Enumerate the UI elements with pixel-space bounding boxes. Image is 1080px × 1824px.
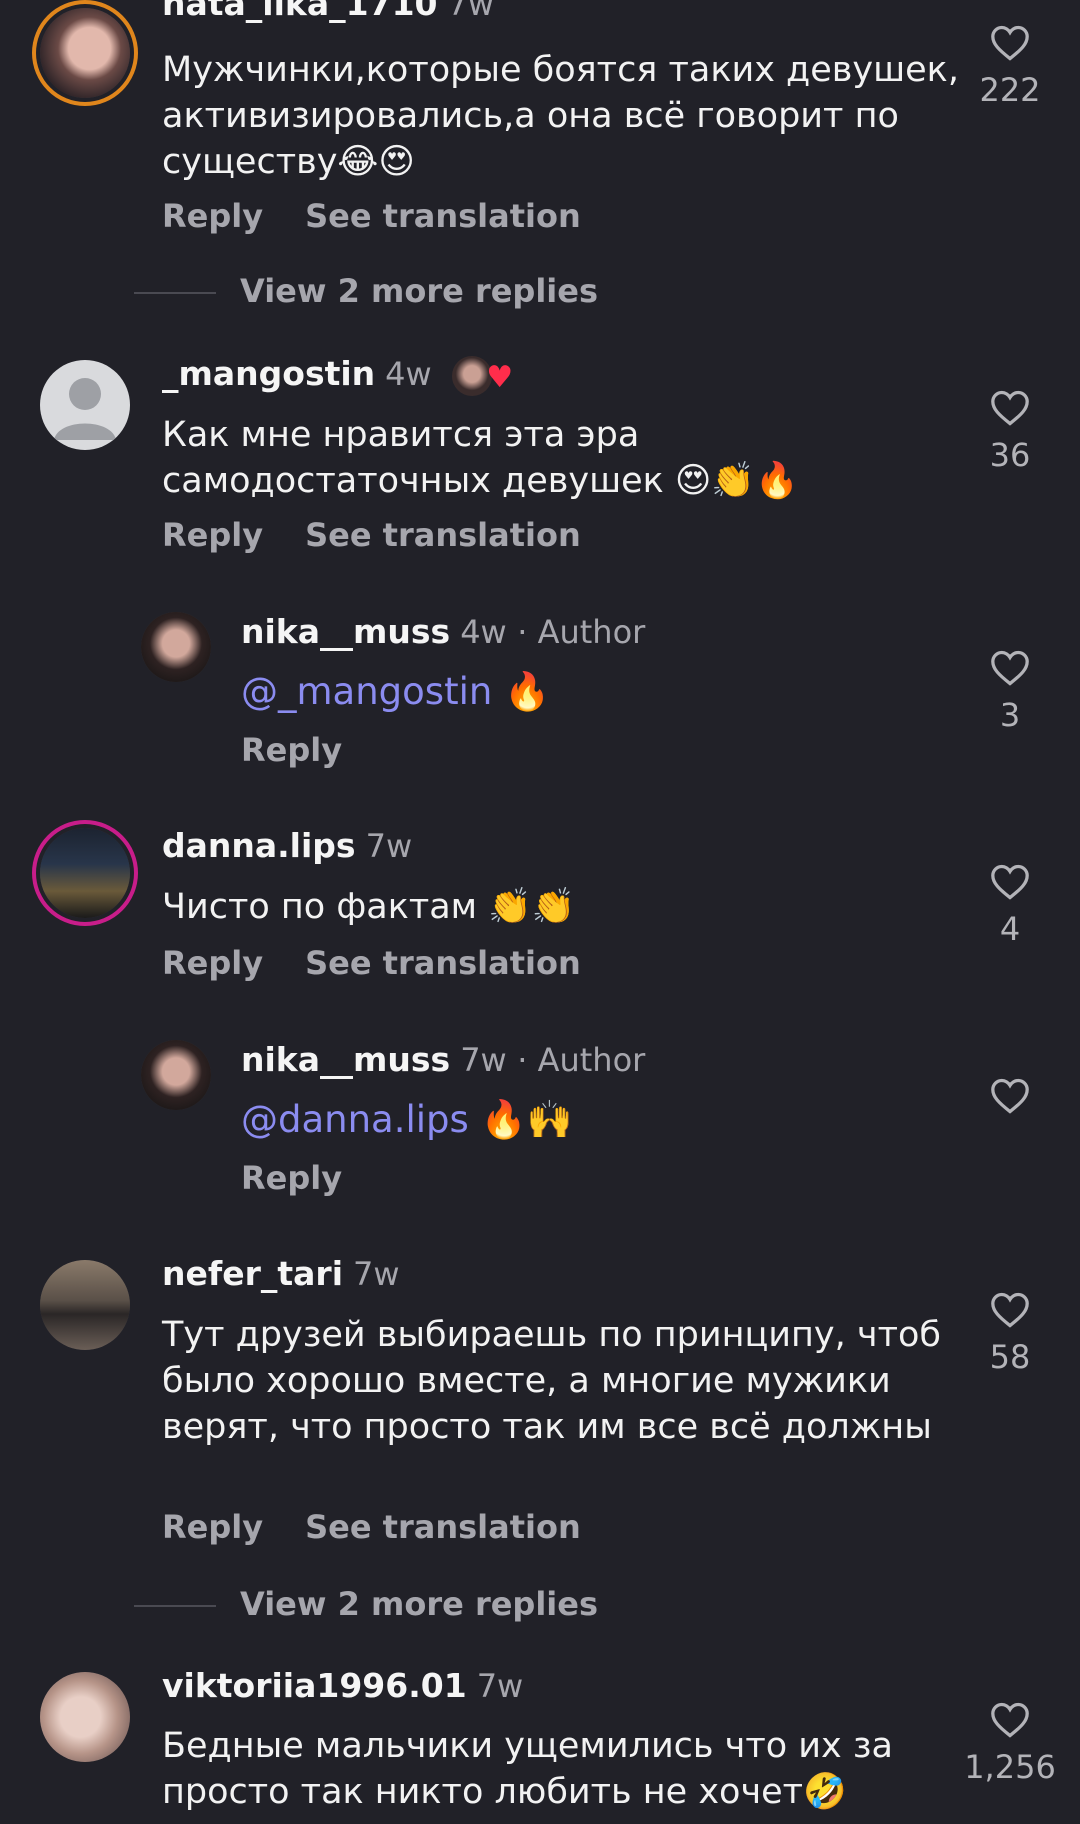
- like-count: 3: [999, 696, 1021, 734]
- comment-username[interactable]: danna.lips: [162, 826, 356, 865]
- comment-text: 🔥: [492, 670, 551, 713]
- like-count: 36: [989, 436, 1031, 474]
- comment-username[interactable]: nefer_tari: [162, 1254, 343, 1293]
- view-more-replies-label: View 2 more replies: [240, 272, 599, 310]
- comment-username[interactable]: nika__muss: [241, 612, 450, 651]
- like-button[interactable]: 36: [960, 390, 1060, 474]
- comment-text: Тут друзей выбираешь по принципу, чтоб б…: [162, 1315, 941, 1447]
- reply-button[interactable]: Reply: [241, 731, 342, 769]
- avatar[interactable]: [40, 1260, 130, 1350]
- reply-button[interactable]: Reply: [162, 944, 263, 982]
- default-avatar-icon: [54, 378, 116, 440]
- comment-time: 7w: [365, 827, 413, 865]
- like-button[interactable]: 1,256: [955, 1702, 1065, 1786]
- reply-button[interactable]: Reply: [162, 197, 263, 235]
- comment-time: 4w: [460, 613, 507, 651]
- reply-button[interactable]: Reply: [241, 1159, 342, 1197]
- divider: [134, 292, 216, 294]
- like-button[interactable]: 222: [960, 25, 1060, 109]
- like-button[interactable]: 58: [960, 1292, 1060, 1376]
- heart-icon: [991, 650, 1029, 686]
- comment-time: 7w: [447, 0, 495, 23]
- comment-username[interactable]: viktoriia1996.01: [162, 1666, 467, 1705]
- comment-time: 7w: [476, 1667, 524, 1705]
- heart-icon: [991, 390, 1029, 426]
- see-translation-button[interactable]: See translation: [305, 1508, 581, 1546]
- heart-icon: [991, 25, 1029, 61]
- avatar[interactable]: [40, 360, 130, 450]
- mention-link[interactable]: @danna.lips: [241, 1098, 469, 1141]
- comment-text: Мужчинки,которые боятся таких девушек, а…: [162, 50, 959, 182]
- like-count: 1,256: [964, 1748, 1056, 1786]
- comment-username[interactable]: nika__muss: [241, 1040, 450, 1079]
- reply-button[interactable]: Reply: [162, 1508, 263, 1546]
- see-translation-button[interactable]: See translation: [305, 197, 581, 235]
- like-button[interactable]: 4: [960, 864, 1060, 948]
- comment-text: 🔥🙌: [468, 1098, 573, 1141]
- like-count: 222: [979, 71, 1041, 109]
- heart-icon: ♥: [486, 359, 514, 395]
- author-label: · Author: [517, 1041, 646, 1079]
- heart-icon: [991, 1292, 1029, 1328]
- view-more-replies-button[interactable]: View 2 more replies: [134, 1585, 598, 1623]
- avatar[interactable]: [141, 612, 211, 682]
- liked-by-author-badge: ♥: [452, 355, 516, 396]
- heart-icon: [991, 1702, 1029, 1738]
- comment-text: Как мне нравится эта эра самодостаточных…: [162, 415, 799, 501]
- like-button[interactable]: [960, 1078, 1060, 1114]
- avatar[interactable]: [40, 8, 130, 98]
- avatar[interactable]: [141, 1040, 211, 1110]
- comment-username[interactable]: _mangostin: [162, 354, 375, 393]
- view-more-replies-label: View 2 more replies: [240, 1585, 599, 1623]
- like-count: 4: [999, 910, 1021, 948]
- comment-text: Бедные мальчики ущемились что их за прос…: [162, 1726, 893, 1812]
- author-label: · Author: [517, 613, 646, 651]
- comment-time: 7w: [460, 1041, 507, 1079]
- avatar[interactable]: [40, 1672, 130, 1762]
- comment-time: 4w: [385, 355, 432, 393]
- heart-icon: [991, 1078, 1029, 1114]
- see-translation-button[interactable]: See translation: [305, 944, 581, 982]
- comment-time: 7w: [353, 1255, 400, 1293]
- see-translation-button[interactable]: See translation: [305, 516, 581, 554]
- avatar[interactable]: [40, 828, 130, 918]
- like-count: 58: [989, 1338, 1031, 1376]
- reply-button[interactable]: Reply: [162, 516, 263, 554]
- divider: [134, 1605, 216, 1607]
- view-more-replies-button[interactable]: View 2 more replies: [134, 272, 598, 310]
- comment-text: Чисто по фактам 👏👏: [162, 887, 576, 927]
- heart-icon: [991, 864, 1029, 900]
- comment-username[interactable]: nata_lika_1710: [162, 0, 438, 23]
- like-button[interactable]: 3: [960, 650, 1060, 734]
- mention-link[interactable]: @_mangostin: [241, 670, 492, 713]
